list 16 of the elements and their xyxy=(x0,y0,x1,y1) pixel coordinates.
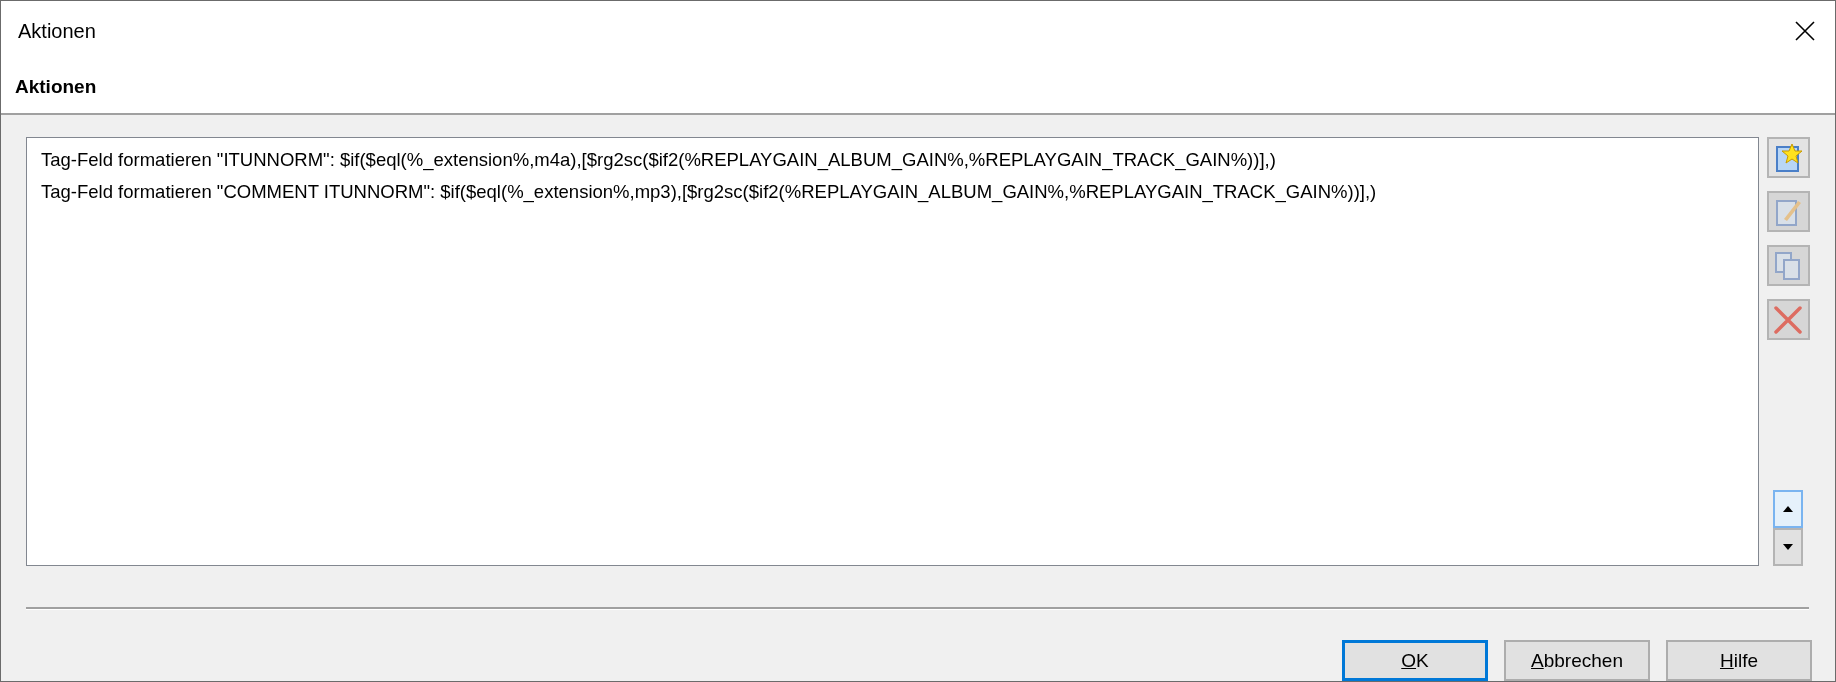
delete-icon xyxy=(1773,304,1803,335)
move-up-button[interactable] xyxy=(1773,490,1803,528)
action-item[interactable]: Tag-Feld formatieren "COMMENT ITUNNORM": $if($eql(%_extension%,mp3),[$rg2sc($if2(%REPLAYGAIN_ALBUM_GAIN%,%REPLAYGAIN_TRACK_GAIN%))],) xyxy=(41,176,1744,208)
down-arrow-icon xyxy=(1783,544,1793,550)
move-down-button[interactable] xyxy=(1773,528,1803,566)
star-page-icon xyxy=(1774,142,1802,173)
dialog-button[interactable]: Abbrechen xyxy=(1504,640,1650,681)
dialog-button[interactable]: OK xyxy=(1342,640,1488,681)
window-title: Aktionen xyxy=(18,19,96,43)
close-icon xyxy=(1795,21,1815,41)
dialog-button[interactable]: Hilfe xyxy=(1666,640,1812,681)
up-arrow-icon xyxy=(1783,506,1793,512)
section-heading: Aktionen xyxy=(15,76,97,98)
new-button[interactable] xyxy=(1766,137,1810,178)
copy-icon xyxy=(1774,250,1802,281)
action-item[interactable]: Tag-Feld formatieren "ITUNNORM": $if($eql(%_extension%,m4a),[$rg2sc($if2(%REPLAYGAIN_ALBUM_GAIN%,%REPLAYGAIN_TRACK_GAIN%))],) xyxy=(41,144,1744,176)
